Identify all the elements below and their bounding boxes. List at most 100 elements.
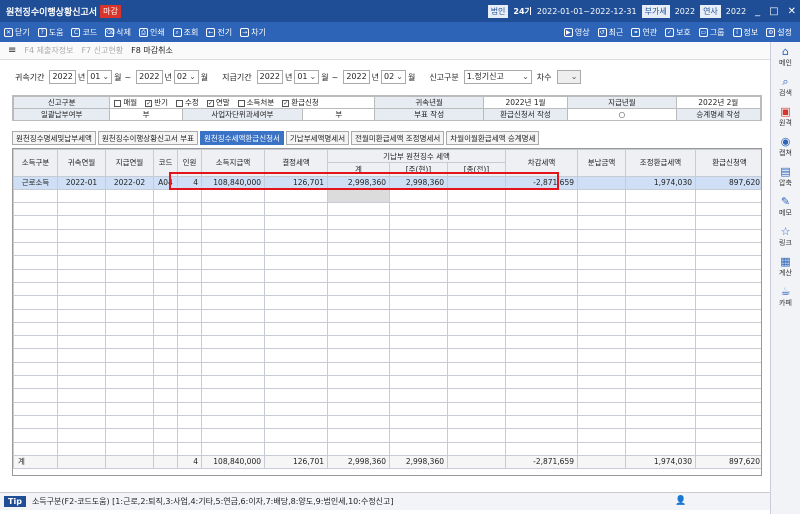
empty-cell[interactable] <box>327 255 390 270</box>
empty-cell[interactable] <box>177 188 202 204</box>
empty-cell[interactable] <box>505 281 578 297</box>
empty-cell[interactable] <box>577 414 626 430</box>
col-prepaid-total[interactable]: 계 <box>327 162 390 177</box>
empty-cell[interactable] <box>389 308 448 323</box>
empty-cell[interactable] <box>577 441 626 456</box>
empty-row[interactable] <box>13 428 761 443</box>
empty-row[interactable] <box>13 308 761 323</box>
empty-cell[interactable] <box>201 348 265 363</box>
empty-cell[interactable] <box>264 441 328 456</box>
empty-cell[interactable] <box>153 281 178 297</box>
tab-6[interactable]: 차월이월환급세액 승계명세 <box>446 131 540 145</box>
pay-year-to[interactable]: 2022 <box>343 70 370 84</box>
empty-row[interactable] <box>13 375 761 390</box>
empty-cell[interactable] <box>153 335 178 350</box>
empty-cell[interactable] <box>57 281 106 297</box>
empty-cell[interactable] <box>201 255 265 270</box>
empty-cell[interactable] <box>57 255 106 270</box>
empty-cell[interactable] <box>13 401 58 416</box>
empty-cell[interactable] <box>13 255 58 270</box>
cell-split[interactable] <box>577 175 626 190</box>
empty-cell[interactable] <box>13 188 58 204</box>
empty-cell[interactable] <box>201 361 265 377</box>
empty-cell[interactable] <box>153 361 178 377</box>
empty-cell[interactable] <box>577 428 626 443</box>
empty-cell[interactable] <box>201 308 265 323</box>
empty-cell[interactable] <box>264 335 328 350</box>
empty-cell[interactable] <box>625 441 696 456</box>
empty-cell[interactable] <box>177 335 202 350</box>
empty-cell[interactable] <box>447 361 506 377</box>
empty-cell[interactable] <box>327 401 390 416</box>
empty-cell[interactable] <box>389 414 448 430</box>
empty-cell[interactable] <box>327 281 390 297</box>
empty-cell[interactable] <box>57 388 106 403</box>
checkbox[interactable]: ✓ <box>282 99 290 107</box>
empty-cell[interactable] <box>105 202 154 217</box>
empty-cell[interactable] <box>264 295 328 310</box>
sidebar-search[interactable]: ⌕ 검색 <box>771 72 800 102</box>
empty-cell[interactable] <box>177 441 202 456</box>
empty-cell[interactable] <box>13 228 58 244</box>
empty-cell[interactable] <box>625 308 696 323</box>
empty-cell[interactable] <box>577 228 626 244</box>
empty-cell[interactable] <box>447 242 506 257</box>
report-kind-option[interactable]: 매월 <box>114 98 137 107</box>
empty-cell[interactable] <box>201 242 265 257</box>
empty-cell[interactable] <box>695 215 761 230</box>
empty-cell[interactable] <box>447 428 506 443</box>
도움-button[interactable]: ? 도움 <box>34 27 68 38</box>
차기-button[interactable]: → 차기 <box>236 27 270 38</box>
empty-cell[interactable] <box>695 202 761 217</box>
empty-cell[interactable] <box>153 401 178 416</box>
empty-row[interactable] <box>13 202 761 217</box>
empty-cell[interactable] <box>153 348 178 363</box>
cell-adjust[interactable]: 1,974,030 <box>625 175 696 190</box>
empty-cell[interactable] <box>447 441 506 456</box>
empty-cell[interactable] <box>577 348 626 363</box>
인쇄-button[interactable]: ⎙ 인쇄 <box>135 27 169 38</box>
function-key-1[interactable]: F4 제출자정보 <box>24 45 73 56</box>
empty-cell[interactable] <box>695 414 761 430</box>
조회-button[interactable]: ⌕ 조회 <box>169 27 203 38</box>
cell-refund[interactable]: 897,620 <box>695 175 761 190</box>
col-pay[interactable]: 지급연월 <box>105 149 154 177</box>
empty-cell[interactable] <box>577 202 626 217</box>
empty-cell[interactable] <box>695 401 761 416</box>
empty-cell[interactable] <box>505 215 578 230</box>
empty-cell[interactable] <box>625 255 696 270</box>
empty-cell[interactable] <box>447 255 506 270</box>
function-key-3[interactable]: F8 마감취소 <box>131 45 173 56</box>
cell-type[interactable]: 근로소득 <box>13 175 58 190</box>
코드-button[interactable]: C 코드 <box>67 27 101 38</box>
annual-tag[interactable]: 연사 <box>700 4 721 18</box>
tab-5[interactable]: 전월미환급세액 조정명세서 <box>351 131 445 145</box>
sidebar-zip[interactable]: ▤ 압축 <box>771 162 800 192</box>
empty-cell[interactable] <box>577 308 626 323</box>
empty-cell[interactable] <box>577 188 626 204</box>
empty-cell[interactable] <box>57 401 106 416</box>
sidebar-cafe[interactable]: ☕ 카페 <box>771 282 800 312</box>
empty-row[interactable] <box>13 441 761 456</box>
col-people[interactable]: 인원 <box>177 149 202 177</box>
empty-cell[interactable] <box>105 414 154 430</box>
empty-cell[interactable] <box>177 388 202 403</box>
연관-button[interactable]: ⚭ 연관 <box>627 27 661 38</box>
empty-row[interactable] <box>13 255 761 270</box>
empty-cell[interactable] <box>695 441 761 456</box>
empty-cell[interactable] <box>264 414 328 430</box>
정보-button[interactable]: i 정보 <box>729 27 763 38</box>
empty-cell[interactable] <box>105 401 154 416</box>
empty-cell[interactable] <box>327 228 390 244</box>
empty-cell[interactable] <box>447 295 506 310</box>
empty-cell[interactable] <box>177 242 202 257</box>
col-split[interactable]: 분납금액 <box>577 149 626 177</box>
empty-cell[interactable] <box>57 348 106 363</box>
empty-cell[interactable] <box>505 295 578 310</box>
checkbox[interactable]: ✓ <box>206 99 214 107</box>
empty-cell[interactable] <box>153 428 178 443</box>
empty-cell[interactable] <box>447 321 506 337</box>
empty-cell[interactable] <box>577 255 626 270</box>
empty-cell[interactable] <box>201 401 265 416</box>
cell-total[interactable]: 2,998,360 <box>327 175 390 190</box>
